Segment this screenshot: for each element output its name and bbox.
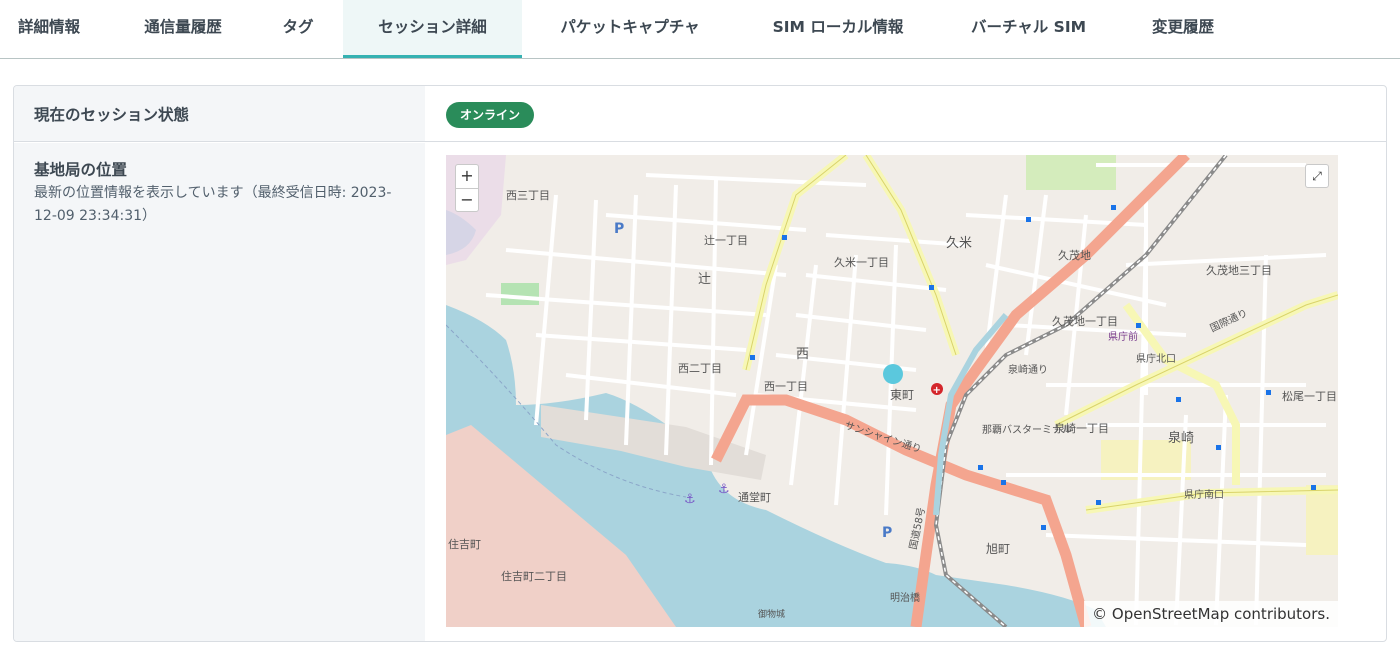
map-label-matsuo1: 松尾一丁目 [1282,389,1337,403]
tab-change-history[interactable]: 変更履歴 [1134,0,1232,58]
map-canvas[interactable]: P P + ⚓ ⚓ 西三丁目 辻一丁目 辻 久米一丁目 久米 久茂地 久茂地一丁… [446,155,1338,627]
tab-packet-capture[interactable]: パケットキャプチャ [536,0,724,58]
svg-text:⚓: ⚓ [684,492,696,507]
map-label-kencho-minamiguchi: 県庁南口 [1184,488,1224,501]
status-badge: オンライン [446,102,535,128]
location-label-cell: 基地局の位置 最新の位置情報を表示しています（最終受信日時: 2023-12-0… [14,143,425,641]
map-label-asahimachi: 旭町 [986,542,1010,556]
svg-text:P: P [614,221,624,237]
map-label-izumizaki-street: 泉崎通り [1008,363,1048,376]
base-station-location-row: 基地局の位置 最新の位置情報を表示しています（最終受信日時: 2023-12-0… [14,143,1386,641]
expand-icon[interactable]: ⤢ [1305,164,1329,188]
tab-bar: 詳細情報 通信量履歴 タグ セッション詳細 パケットキャプチャ SIM ローカル… [0,0,1400,59]
map-label-sumiyoshi2: 住吉町二丁目 [501,569,567,583]
session-status-label: 現在のセッション状態 [34,106,190,124]
map-view[interactable]: P P + ⚓ ⚓ 西三丁目 辻一丁目 辻 久米一丁目 久米 久茂地 久茂地一丁… [446,155,1338,627]
session-status-row: 現在のセッション状態 オンライン [14,86,1386,142]
attribution-prefix: © [1092,605,1112,623]
zoom-control: + − [455,164,479,212]
map-label-ochinoshiro: 御物城 [758,608,785,620]
location-title: 基地局の位置 [34,161,128,179]
location-description: 最新の位置情報を表示しています（最終受信日時: 2023-12-09 23:34… [34,185,392,224]
plus-icon[interactable]: + [456,165,478,188]
map-label-tsuji1: 辻一丁目 [704,233,748,247]
map-label-kumodo3: 久茂地三丁目 [1206,263,1272,277]
location-dot-icon [883,364,903,384]
map-label-kumodo: 久茂地 [1058,248,1091,262]
map-label-naha-bus-terminal: 那覇バスターミナル [982,424,1072,436]
tab-traffic-history[interactable]: 通信量履歴 [124,0,242,58]
map-label-tsuji: 辻 [698,272,711,287]
map-label-nishi1: 西一丁目 [764,380,808,393]
session-details-panel: 現在のセッション状態 オンライン 基地局の位置 最新の位置情報を表示しています（… [13,85,1387,642]
attribution-suffix: contributors. [1229,605,1330,623]
map-label-nishi3: 西三丁目 [506,189,550,202]
map-label-higashimachi: 東町 [890,388,914,402]
map-label-kume: 久米 [946,236,972,251]
svg-text:P: P [882,525,892,541]
tab-tags[interactable]: タグ [266,0,330,58]
map-label-meijibashi: 明治橋 [890,591,920,604]
openstreetmap-link[interactable]: OpenStreetMap [1112,605,1229,623]
map-attribution: © OpenStreetMap contributors. [1084,601,1338,627]
tab-virtual-sim[interactable]: バーチャル SIM [951,0,1106,58]
svg-text:+: + [933,385,941,396]
map-label-tsudo: 通堂町 [738,491,771,504]
minus-icon[interactable]: − [456,188,478,211]
tab-sim-local-info[interactable]: SIM ローカル情報 [752,0,924,58]
map-label-kencho-kitaguchi: 県庁北口 [1136,352,1176,365]
map-label-izumizaki: 泉崎 [1168,430,1194,446]
map-label-prefectural-front: 県庁前 [1108,330,1138,343]
map-label-kumodo1: 久茂地一丁目 [1052,314,1118,328]
session-status-label-cell: 現在のセッション状態 [14,86,425,141]
tab-details[interactable]: 詳細情報 [0,0,98,58]
map-label-nishi2: 西二丁目 [678,362,722,375]
map-label-kume1: 久米一丁目 [834,256,889,269]
map-label-nishi: 西 [796,347,809,362]
map-label-sumiyoshi: 住吉町 [448,537,481,551]
svg-text:⚓: ⚓ [718,482,730,497]
tab-session-details[interactable]: セッション詳細 [343,0,522,58]
